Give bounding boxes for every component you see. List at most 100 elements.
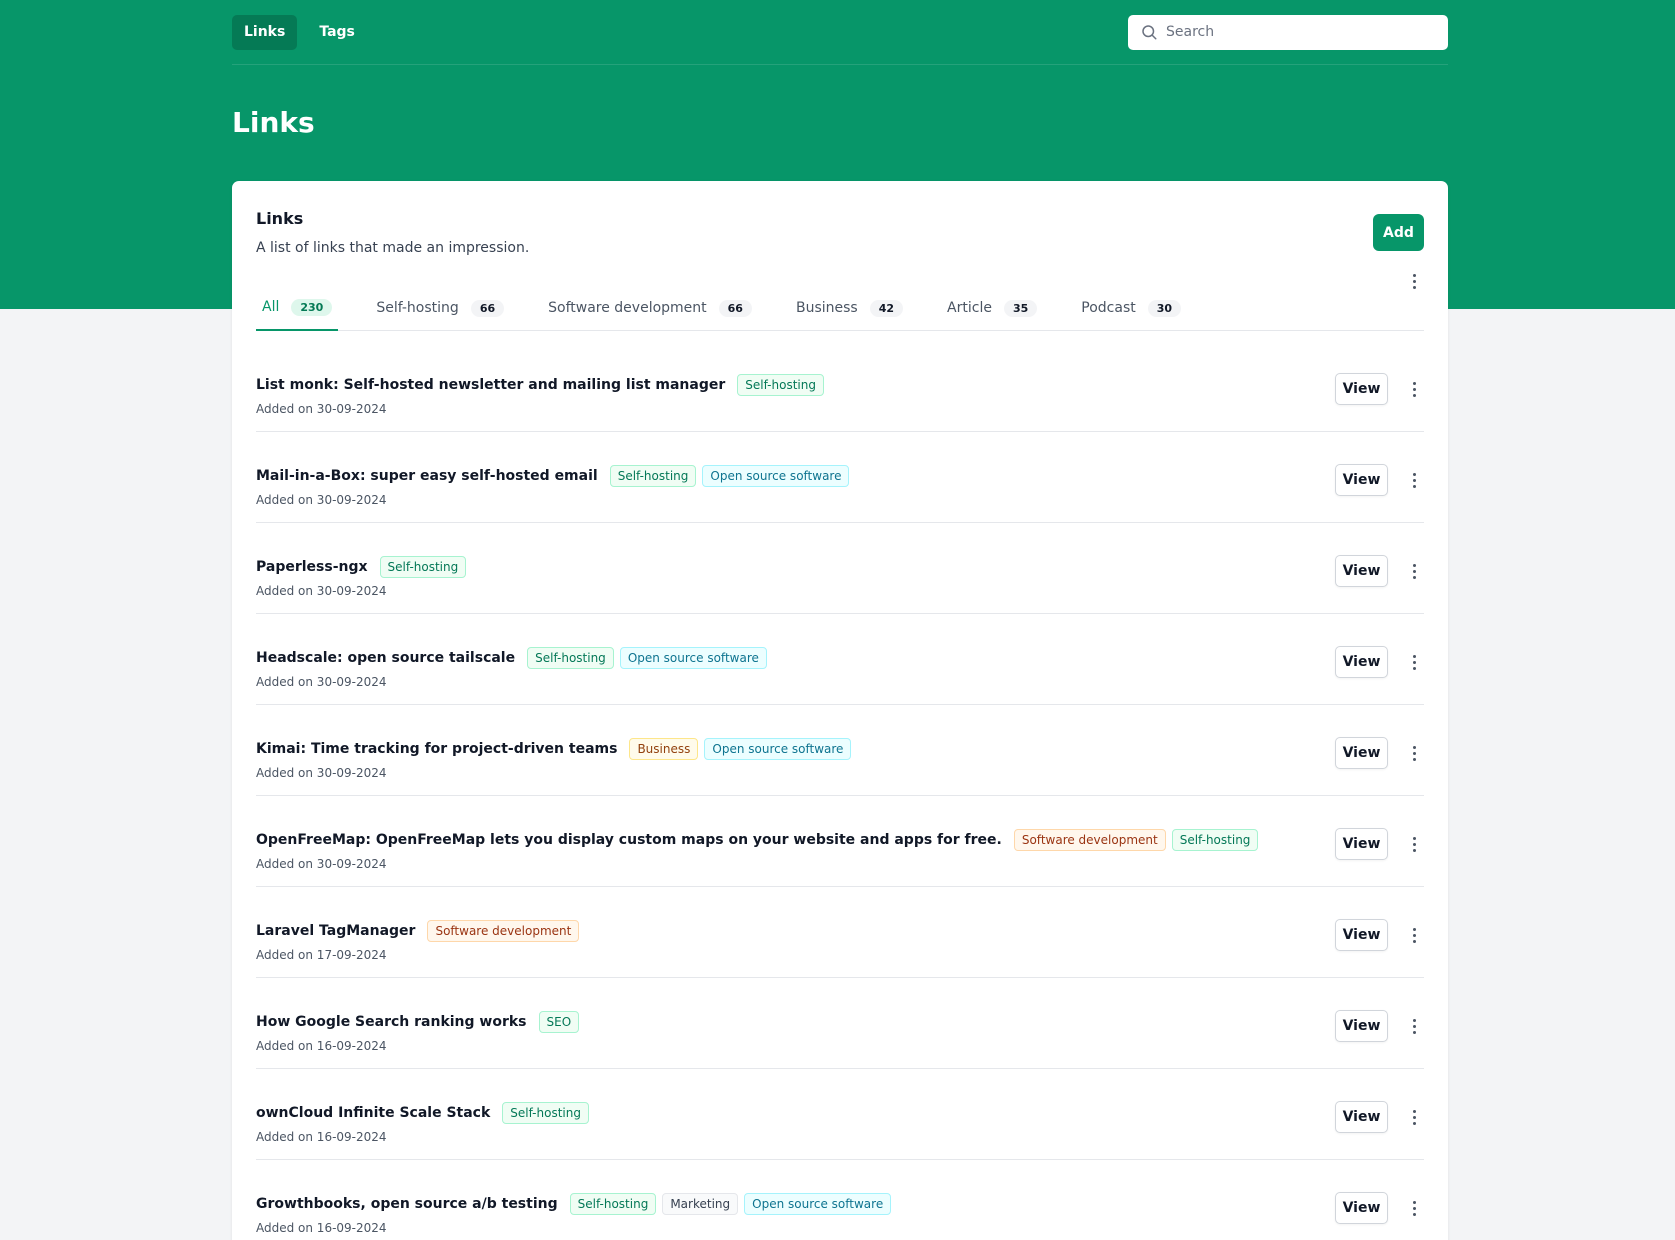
- tag-badge[interactable]: Self-hosting: [609, 465, 697, 487]
- link-title-line: Kimai: Time tracking for project-driven …: [256, 738, 852, 760]
- tab-business[interactable]: Business 42: [790, 285, 909, 331]
- tab-count: 30: [1147, 299, 1182, 317]
- tab-article[interactable]: Article 35: [941, 285, 1043, 331]
- list-item: Mail-in-a-Box: super easy self-hosted em…: [256, 432, 1424, 523]
- link-title[interactable]: ownCloud Infinite Scale Stack: [256, 1105, 490, 1121]
- links-card: Links A list of links that made an impre…: [232, 181, 1448, 1240]
- more-vertical-icon[interactable]: [1404, 1016, 1424, 1036]
- link-title[interactable]: Growthbooks, open source a/b testing: [256, 1196, 558, 1212]
- list-item: Paperless-ngx Self-hosting Added on 30-09-…: [256, 523, 1424, 614]
- link-date: Added on 16-09-2024: [256, 1221, 387, 1235]
- search-icon: [1142, 25, 1157, 40]
- link-title-line: OpenFreeMap: OpenFreeMap lets you displa…: [256, 829, 1259, 851]
- tab-count: 230: [291, 298, 333, 316]
- tab-software-development[interactable]: Software development 66: [542, 285, 758, 331]
- page-title: Links: [232, 106, 315, 139]
- tag-badge[interactable]: Self-hosting: [527, 647, 614, 669]
- more-vertical-icon[interactable]: [1404, 834, 1424, 854]
- tab-label: Article: [947, 300, 992, 316]
- card-title: Links: [256, 209, 304, 228]
- link-title-line: Mail-in-a-Box: super easy self-hosted em…: [256, 465, 850, 487]
- tab-count: 66: [470, 299, 505, 317]
- nav-tags[interactable]: Tags: [307, 15, 367, 50]
- more-vertical-icon[interactable]: [1404, 925, 1424, 945]
- view-button[interactable]: View: [1335, 373, 1388, 405]
- view-button[interactable]: View: [1335, 1101, 1388, 1133]
- link-title[interactable]: OpenFreeMap: OpenFreeMap lets you displa…: [256, 832, 1002, 848]
- tag-badge[interactable]: SEO: [538, 1011, 580, 1033]
- tab-label: Software development: [548, 300, 707, 316]
- link-title[interactable]: Mail-in-a-Box: super easy self-hosted em…: [256, 468, 598, 484]
- link-title-line: How Google Search ranking works SEO: [256, 1011, 580, 1033]
- more-vertical-icon[interactable]: [1404, 1107, 1424, 1127]
- link-date: Added on 30-09-2024: [256, 402, 387, 416]
- link-date: Added on 30-09-2024: [256, 493, 387, 507]
- link-title[interactable]: List monk: Self-hosted newsletter and ma…: [256, 377, 725, 393]
- tag-badge[interactable]: Self-hosting: [569, 1193, 657, 1215]
- link-date: Added on 30-09-2024: [256, 857, 387, 871]
- view-button[interactable]: View: [1335, 646, 1388, 678]
- list-item: Laravel TagManager Software development Ad…: [256, 887, 1424, 978]
- list-item: How Google Search ranking works SEO Added …: [256, 978, 1424, 1069]
- more-vertical-icon[interactable]: [1404, 652, 1424, 672]
- view-button[interactable]: View: [1335, 464, 1388, 496]
- add-link-button[interactable]: Add: [1373, 214, 1424, 251]
- tab-label: Podcast: [1081, 300, 1136, 316]
- tab-count: 42: [869, 299, 904, 317]
- tab-label: All: [262, 299, 280, 315]
- more-vertical-icon[interactable]: [1404, 470, 1424, 490]
- tag-badge[interactable]: Business: [629, 738, 699, 760]
- tab-podcast[interactable]: Podcast 30: [1075, 285, 1187, 331]
- tag-badge[interactable]: Open source software: [619, 647, 767, 669]
- link-title[interactable]: Laravel TagManager: [256, 923, 415, 939]
- link-title-line: Paperless-ngx Self-hosting: [256, 556, 467, 578]
- tag-badge[interactable]: Open source software: [702, 465, 850, 487]
- top-navigation: Links Tags: [232, 0, 1448, 65]
- tab-count: 66: [718, 299, 752, 317]
- view-button[interactable]: View: [1335, 1192, 1388, 1224]
- filter-tabs: All 230 Self-hosting 66 Software developme…: [256, 285, 1424, 331]
- more-vertical-icon[interactable]: [1404, 1198, 1424, 1218]
- link-title[interactable]: Kimai: Time tracking for project-driven …: [256, 741, 617, 757]
- link-title[interactable]: How Google Search ranking works: [256, 1014, 527, 1030]
- more-vertical-icon[interactable]: [1404, 743, 1424, 763]
- tag-badge[interactable]: Self-hosting: [1171, 829, 1259, 851]
- tag-badge[interactable]: Marketing: [662, 1193, 739, 1215]
- card-description: A list of links that made an impression.: [256, 240, 530, 256]
- nav-links[interactable]: Links: [232, 14, 298, 50]
- tag-badge[interactable]: Self-hosting: [737, 374, 824, 396]
- tag-badge[interactable]: Software development: [427, 920, 580, 942]
- tag-badge[interactable]: Open source software: [704, 738, 852, 760]
- more-vertical-icon[interactable]: [1404, 561, 1424, 581]
- list-item: ownCloud Infinite Scale Stack Self-hostin…: [256, 1069, 1424, 1160]
- link-title-line: Growthbooks, open source a/b testing Self…: [256, 1193, 892, 1215]
- link-title[interactable]: Headscale: open source tailscale: [256, 650, 515, 666]
- view-button[interactable]: View: [1335, 828, 1388, 860]
- view-button[interactable]: View: [1335, 1010, 1388, 1042]
- link-title-line: List monk: Self-hosted newsletter and ma…: [256, 374, 824, 396]
- tag-badge[interactable]: Software development: [1013, 829, 1166, 851]
- tag-badge[interactable]: Open source software: [744, 1193, 892, 1215]
- view-button[interactable]: View: [1335, 919, 1388, 951]
- link-date: Added on 17-09-2024: [256, 948, 387, 962]
- link-date: Added on 30-09-2024: [256, 584, 387, 598]
- tab-label: Business: [795, 300, 858, 316]
- list-item: Growthbooks, open source a/b testing Self…: [256, 1160, 1424, 1240]
- link-title-line: Headscale: open source tailscale Self-hos…: [256, 647, 767, 669]
- search-input[interactable]: [1166, 24, 1436, 40]
- view-button[interactable]: View: [1335, 737, 1388, 769]
- more-vertical-icon[interactable]: [1404, 379, 1424, 399]
- link-title[interactable]: Paperless-ngx: [256, 559, 368, 575]
- search-box[interactable]: [1128, 14, 1448, 50]
- link-date: Added on 16-09-2024: [256, 1130, 387, 1144]
- tab-all[interactable]: All 230: [256, 285, 339, 331]
- tab-label: Self-hosting: [376, 300, 459, 316]
- view-button[interactable]: View: [1335, 555, 1388, 587]
- tab-self-hosting[interactable]: Self-hosting 66: [370, 285, 510, 331]
- list-item: List monk: Self-hosted newsletter and ma…: [256, 341, 1424, 432]
- tab-count: 35: [1003, 299, 1038, 317]
- list-item: Kimai: Time tracking for project-driven …: [256, 705, 1424, 796]
- links-list: List monk: Self-hosted newsletter and ma…: [256, 341, 1424, 1240]
- tag-badge[interactable]: Self-hosting: [379, 556, 467, 578]
- tag-badge[interactable]: Self-hosting: [502, 1102, 589, 1124]
